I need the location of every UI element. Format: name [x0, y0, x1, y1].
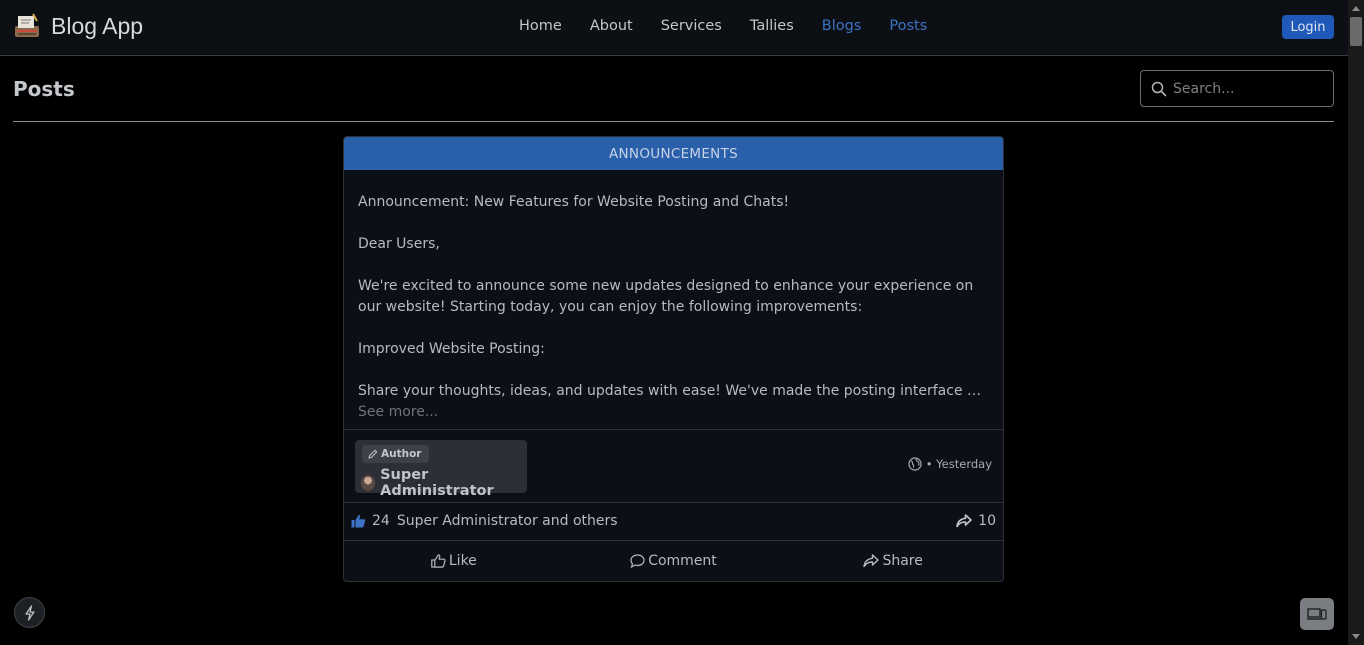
likes-count: 24 [372, 513, 390, 529]
nav-link-blogs[interactable]: Blogs [822, 18, 862, 34]
login-button[interactable]: Login [1282, 15, 1334, 39]
lightning-icon [24, 604, 35, 621]
typewriter-logo-icon [15, 13, 39, 37]
share-arrow-icon [863, 554, 880, 568]
nav-link-tallies[interactable]: Tallies [750, 18, 794, 34]
scroll-up-icon[interactable] [1352, 6, 1360, 11]
post-body[interactable]: Announcement: New Features for Website P… [344, 170, 1003, 429]
post-card: ANNOUNCEMENTS Announcement: New Features… [343, 136, 1004, 582]
share-button[interactable]: Share [783, 541, 1003, 581]
globe-icon [908, 457, 922, 471]
likes-summary[interactable]: 24 Super Administrator and others [351, 513, 618, 529]
author-box[interactable]: Author Super Administrator [355, 440, 527, 499]
post-category-header[interactable]: ANNOUNCEMENTS [344, 137, 1003, 170]
navbar: Blog App Home About Services Tallies Blo… [0, 0, 1348, 56]
likes-text: Super Administrator and others [396, 513, 618, 529]
nav-link-about[interactable]: About [590, 18, 633, 34]
quick-action-button[interactable] [14, 597, 45, 628]
shares-count: 10 [978, 513, 996, 529]
like-button[interactable]: Like [344, 541, 564, 581]
header-divider [13, 121, 1334, 122]
devices-icon [1307, 608, 1327, 620]
post-time-text: • Yesterday [925, 457, 992, 471]
comment-button-label: Comment [648, 553, 717, 569]
nav-link-home[interactable]: Home [519, 18, 562, 34]
post-actions: Like Comment Share [344, 541, 1003, 581]
search-box[interactable] [1140, 70, 1334, 107]
page-title: Posts [13, 77, 75, 101]
pencil-icon [368, 449, 378, 459]
thumbs-up-icon [351, 514, 366, 528]
author-tag: Author [362, 445, 429, 463]
share-arrow-icon [956, 514, 972, 528]
post-paragraph: Improved Website Posting: [358, 341, 545, 357]
scrollbar-thumb[interactable] [1350, 17, 1362, 46]
thumbs-up-icon [431, 554, 446, 568]
like-button-label: Like [448, 553, 477, 569]
brand-title: Blog App [51, 12, 144, 39]
author-name: Super Administrator [380, 467, 494, 499]
post-timestamp: • Yesterday [908, 457, 992, 471]
nav-link-services[interactable]: Services [661, 18, 722, 34]
avatar [361, 475, 376, 491]
author-row: Super Administrator [361, 467, 527, 499]
page-scrollbar[interactable] [1348, 0, 1364, 645]
comment-button[interactable]: Comment [564, 541, 784, 581]
post-meta: Author Super Administrator • Yesterday [344, 429, 1003, 503]
post-paragraph: We're excited to announce some new updat… [358, 278, 974, 315]
device-toggle-button[interactable] [1300, 598, 1334, 630]
nav-links: Home About Services Tallies Blogs Posts [519, 18, 955, 34]
shares-summary[interactable]: 10 [956, 513, 996, 529]
search-input[interactable] [1173, 80, 1323, 97]
brand[interactable]: Blog App [13, 12, 143, 40]
comment-icon [630, 554, 645, 568]
see-more-link[interactable]: See more... [358, 402, 988, 423]
nav-link-posts[interactable]: Posts [889, 18, 927, 34]
post-stats: 24 Super Administrator and others 10 [344, 503, 1003, 541]
scroll-down-icon[interactable] [1352, 634, 1360, 639]
post-paragraph: Announcement: New Features for Website P… [358, 194, 790, 210]
post-paragraph: Dear Users, [358, 236, 440, 252]
share-button-label: Share [882, 553, 923, 569]
author-tag-label: Author [381, 448, 422, 460]
post-paragraph: Share your thoughts, ideas, and updates … [358, 383, 988, 399]
search-icon [1151, 81, 1167, 96]
